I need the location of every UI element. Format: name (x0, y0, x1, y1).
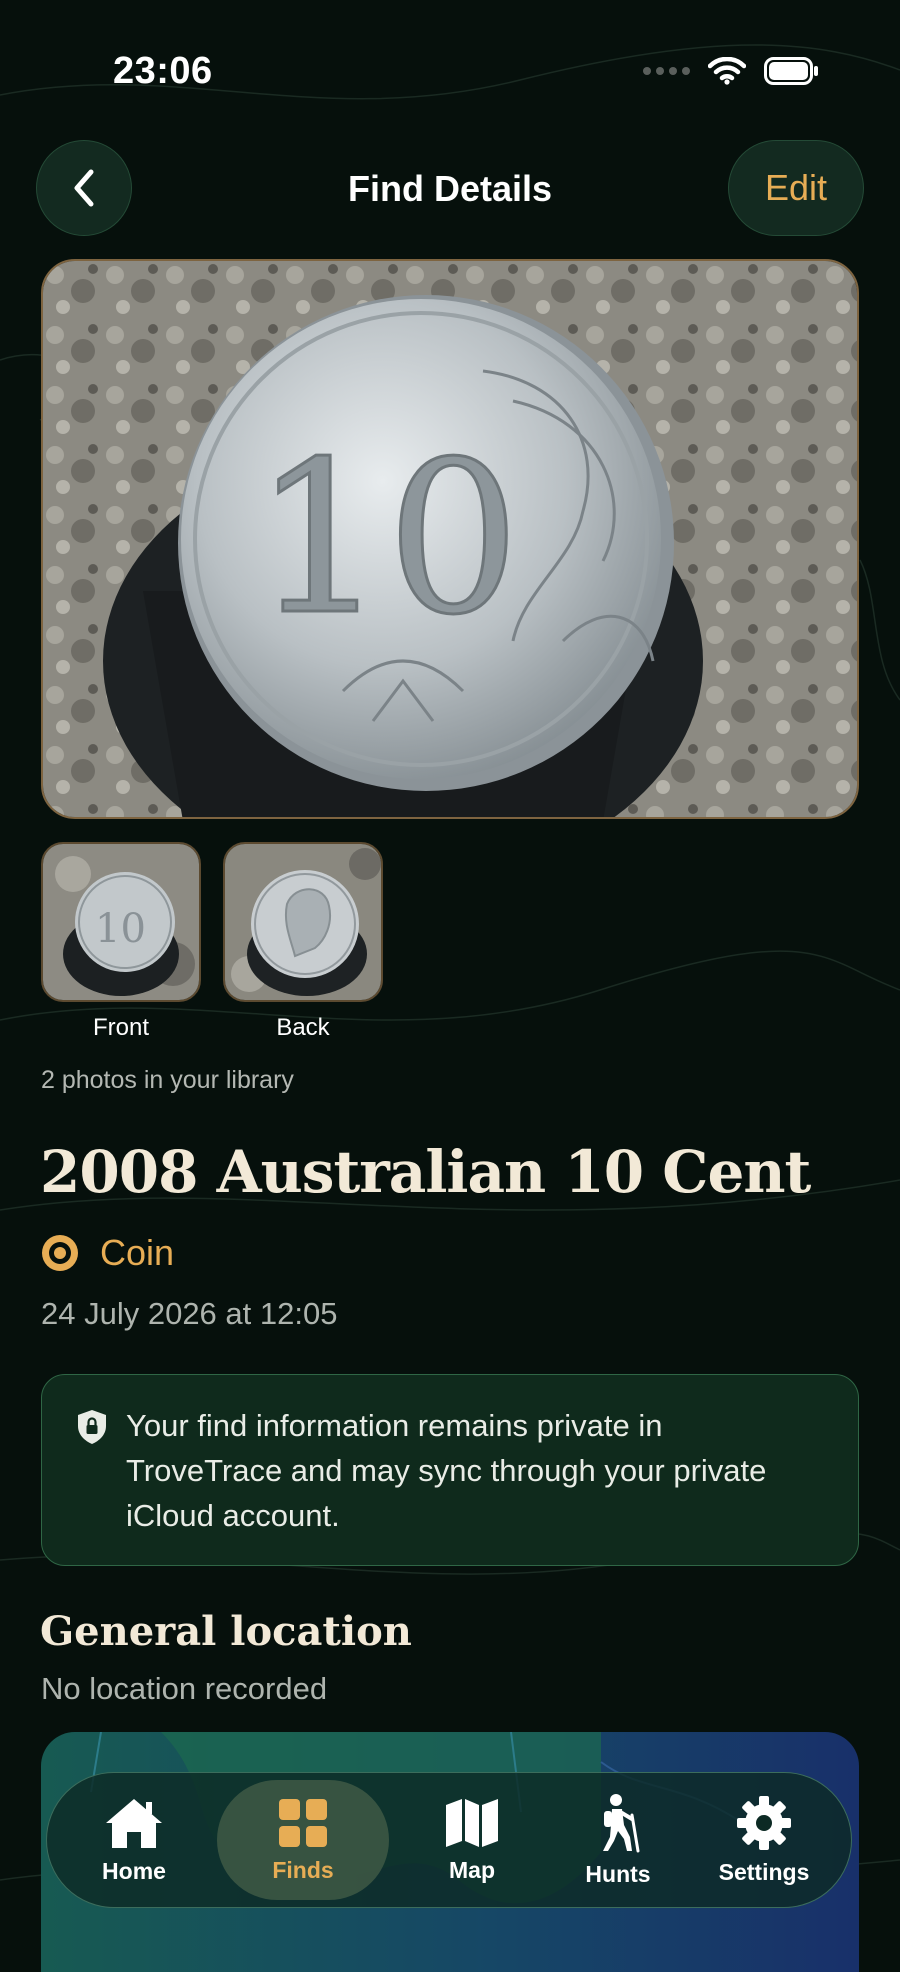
find-date: 24 July 2026 at 12:05 (41, 1296, 338, 1331)
thumbnail-back-image (223, 842, 383, 1002)
map-icon (446, 1798, 498, 1847)
tab-hunts[interactable]: Hunts (545, 1780, 691, 1900)
status-time: 23:06 (113, 50, 213, 92)
main-photo[interactable]: 10 (41, 259, 859, 819)
shield-lock-icon (78, 1410, 106, 1444)
wifi-icon (708, 57, 746, 85)
status-icons (643, 56, 820, 86)
find-title: 2008 Australian 10 Cent (40, 1138, 811, 1206)
find-category: Coin (40, 1232, 174, 1274)
thumbnail-front[interactable]: 10 Front (41, 842, 201, 1042)
thumbnail-back[interactable]: Back (223, 842, 383, 1042)
photo-thumbnails: 10 Front Back (41, 842, 383, 1042)
navigation-bar: Find Details Edit (0, 138, 900, 238)
photo-count: 2 photos in your library (41, 1066, 294, 1094)
hiker-icon (603, 1793, 640, 1852)
tab-settings[interactable]: Settings (691, 1780, 837, 1900)
svg-text:10: 10 (95, 906, 146, 952)
privacy-notice-text: Your find information remains private in… (126, 1408, 767, 1533)
battery-icon (764, 57, 818, 85)
grid-icon (279, 1798, 327, 1847)
privacy-notice: Your find information remains private in… (41, 1374, 859, 1566)
tab-home[interactable]: Home (61, 1780, 207, 1900)
tab-settings-label: Settings (718, 1858, 810, 1885)
house-icon (106, 1798, 162, 1848)
tab-map-label: Map (449, 1856, 495, 1883)
find-category-label: Coin (100, 1232, 175, 1273)
coin-icon (42, 1235, 78, 1271)
coin-photo-image: 10 (43, 261, 857, 817)
thumbnail-front-label: Front (92, 1014, 149, 1041)
edit-button[interactable]: Edit (728, 140, 864, 236)
location-status: No location recorded (41, 1671, 328, 1706)
tab-finds[interactable]: Finds (217, 1780, 389, 1900)
tab-bar: Home Finds Map Hunts Settings (46, 1772, 852, 1908)
tab-map[interactable]: Map (399, 1780, 545, 1900)
tab-home-label: Home (102, 1857, 166, 1884)
gear-icon (737, 1795, 791, 1850)
tab-finds-label: Finds (272, 1856, 334, 1883)
thumbnail-front-image: 10 (41, 842, 201, 1002)
svg-text:10: 10 (253, 416, 520, 661)
cellular-signal-icon (643, 67, 690, 75)
thumbnail-back-label: Back (276, 1014, 330, 1041)
status-bar: 23:06 (0, 0, 900, 130)
tab-hunts-label: Hunts (585, 1860, 651, 1887)
general-location-heading: General location (40, 1608, 412, 1655)
